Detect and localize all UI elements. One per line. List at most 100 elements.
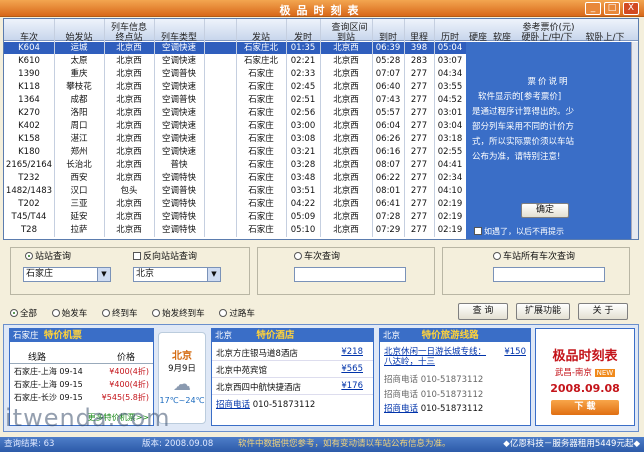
- hotel-phone: 010-51873112: [252, 400, 316, 410]
- table-cell: 04:22: [290, 199, 316, 209]
- table-row[interactable]: K118 攀枝花 北京西 空调快速 石家庄 02:45 北京西 06:40 277 03:55: [4, 81, 466, 93]
- weather-date: 9月9日: [168, 364, 196, 374]
- table-cell: 1390: [18, 69, 40, 79]
- table-row[interactable]: K604 运城 北京西 空调快速 石家庄北 01:35 北京西 06:39 398 05:04: [4, 42, 466, 54]
- hotel-item[interactable]: 北京方庄银马道8酒店 ¥218: [212, 344, 373, 361]
- filter-radio[interactable]: [10, 309, 18, 317]
- table-cell: 洛阳: [70, 108, 88, 118]
- extended-features-button[interactable]: 扩展功能: [516, 303, 570, 320]
- table-cell: 08:01: [375, 186, 401, 196]
- reverse-query-checkbox[interactable]: [133, 252, 141, 260]
- filter-radio[interactable]: [152, 309, 161, 317]
- tour-ad-card: 北京 特价旅游线路 北京休闲一日游长城专线：八达岭，十三 ¥150 招商电话 01…: [379, 328, 531, 426]
- filter-all[interactable]: 全部: [10, 309, 37, 319]
- table-header: 列车信息 查询区间 参考票价(元) 车次 始发站 终点站 列车类型 发站 发时 …: [4, 19, 638, 43]
- flight-item[interactable]: 石家庄-上海 09-15 ¥400(4折): [10, 377, 153, 390]
- table-cell: 北京西: [333, 199, 359, 209]
- table-row[interactable]: 1390 重庆 北京西 空调普快 石家庄 02:33 北京西 07:07 277 04:34: [4, 68, 466, 80]
- table-cell: 石家庄: [248, 147, 274, 157]
- hotel-phone-label[interactable]: 招商电话: [216, 400, 250, 410]
- maximize-button[interactable]: □: [604, 2, 620, 15]
- hotel-price[interactable]: ¥176: [341, 381, 363, 393]
- hotel-item[interactable]: 北京西四中航快捷酒店 ¥176: [212, 378, 373, 395]
- close-button[interactable]: X: [623, 2, 639, 15]
- table-cell: 石家庄北: [243, 43, 278, 53]
- table-cell: 北京西: [116, 225, 142, 235]
- tour-price[interactable]: ¥150: [504, 347, 526, 367]
- no-prompt-checkbox[interactable]: [474, 227, 482, 235]
- filter-terminal[interactable]: 终到车: [101, 309, 137, 319]
- timetable-grid[interactable]: 列车信息 查询区间 参考票价(元) 车次 始发站 终点站 列车类型 发站 发时 …: [3, 18, 639, 240]
- column-divider: [404, 19, 405, 237]
- filter-origin[interactable]: 始发车: [51, 309, 87, 319]
- table-cell: 06:41: [375, 199, 401, 209]
- table-cell: 攀枝花: [66, 82, 92, 92]
- column-divider: [372, 19, 373, 237]
- tour-placeholder: 招商电话 010-51873112: [384, 390, 484, 400]
- hotel-ad-card: 北京 特价酒店 北京方庄银马道8酒店 ¥218 北京中苑宾馆 ¥565 北京西四中航快捷…: [211, 328, 374, 426]
- hotel-price[interactable]: ¥565: [341, 364, 363, 376]
- fare-ok-button[interactable]: 确定: [521, 203, 569, 218]
- table-cell: 包头: [120, 186, 138, 196]
- table-row[interactable]: 1364 成都 北京西 空调普快 石家庄 02:51 北京西 07:43 277 04:52: [4, 94, 466, 106]
- table-cell: 04:52: [437, 95, 463, 105]
- tour-item[interactable]: 北京休闲一日游长城专线：八达岭，十三 ¥150: [380, 342, 530, 367]
- filter-radio[interactable]: [101, 309, 110, 317]
- flight-route-header: 线路: [28, 353, 47, 363]
- flight-item[interactable]: 石家庄-长沙 09-15 ¥545(5.8折): [10, 390, 153, 403]
- title-bar: 极品时刻表 _ □ X: [0, 0, 644, 17]
- to-station-select[interactable]: 北京 ▼: [133, 267, 221, 282]
- query-button[interactable]: 查 询: [458, 303, 508, 320]
- allstation-query-radio[interactable]: [493, 252, 501, 260]
- filter-radio[interactable]: [51, 309, 60, 317]
- station-query-radio[interactable]: [25, 252, 33, 260]
- allstation-input[interactable]: [493, 267, 605, 282]
- table-row[interactable]: 1482/1483 汉口 包头 空调普快 石家庄 03:51 北京西 08:01 277 04:1…: [4, 185, 466, 197]
- filter-radio[interactable]: [219, 309, 228, 317]
- table-scrollbar[interactable]: [631, 42, 638, 239]
- table-row[interactable]: K402 周口 北京西 空调快速 石家庄 03:00 北京西 06:04 277 03:04: [4, 120, 466, 132]
- table-row[interactable]: K158 湛江 北京西 空调快速 石家庄 03:08 北京西 06:26 277 03:18: [4, 133, 466, 145]
- from-station-select[interactable]: 石家庄 ▼: [23, 267, 111, 282]
- filter-passing[interactable]: 过路车: [219, 309, 255, 319]
- hotel-price[interactable]: ¥218: [341, 347, 363, 359]
- table-cell: 石家庄: [248, 225, 274, 235]
- table-cell: 277: [410, 69, 428, 79]
- train-query-row: 车次查询: [294, 249, 340, 262]
- train-query-radio[interactable]: [294, 252, 302, 260]
- tour-phone-label[interactable]: 招商电话: [384, 404, 418, 414]
- table-cell: T202: [18, 199, 40, 209]
- table-cell: 普快: [170, 160, 188, 170]
- table-cell: 北京西: [116, 82, 142, 92]
- about-button[interactable]: 关 于: [578, 303, 628, 320]
- table-row[interactable]: T45/T44 延安 北京西 空调特快 石家庄 05:09 北京西 07:28 277 02:19: [4, 211, 466, 223]
- table-cell: 北京西: [333, 95, 359, 105]
- filter-origin-terminal[interactable]: 始发终到车: [152, 309, 205, 319]
- table-row[interactable]: K270 洛阳 北京西 空调快速 石家庄 02:56 北京西 05:57 277 03:01: [4, 107, 466, 119]
- flight-item[interactable]: 石家庄-上海 09-14 ¥400(4折): [10, 364, 153, 377]
- table-row[interactable]: K180 郑州 北京西 空调快速 石家庄 03:21 北京西 06:16 277 02:55: [4, 146, 466, 158]
- table-cell: 石家庄: [248, 134, 274, 144]
- table-cell: 277: [410, 199, 428, 209]
- train-number-input[interactable]: [294, 267, 406, 282]
- table-row[interactable]: T28 拉萨 北京西 空调特快 石家庄 05:10 北京西 07:29 277 02:19: [4, 224, 466, 236]
- table-row[interactable]: T202 三亚 北京西 空调特快 石家庄 04:22 北京西 06:41 277 02:19: [4, 198, 466, 210]
- table-cell: 北京西: [333, 82, 359, 92]
- download-button[interactable]: 下 载: [551, 400, 619, 415]
- station-query-row: 站站查询: [25, 249, 71, 262]
- no-prompt-label: 如遇了，以后不再提示: [484, 227, 564, 236]
- chevron-down-icon[interactable]: ▼: [207, 268, 220, 281]
- table-row[interactable]: T232 西安 北京西 空调特快 石家庄 03:48 北京西 06:22 277 02:34: [4, 172, 466, 184]
- chevron-down-icon[interactable]: ▼: [97, 268, 110, 281]
- column-divider: [154, 19, 155, 237]
- table-cell: 03:07: [437, 56, 463, 66]
- hotel-item[interactable]: 北京中苑宾馆 ¥565: [212, 361, 373, 378]
- minimize-button[interactable]: _: [585, 2, 601, 15]
- table-row[interactable]: 2165/2164 长治北 北京西 普快 石家庄 03:28 北京西 08:07 277 04:4…: [4, 159, 466, 171]
- table-cell: 北京西: [333, 186, 359, 196]
- table-cell: 空调快速: [161, 82, 196, 92]
- tour-link[interactable]: 北京休闲一日游长城专线：八达岭，十三: [384, 347, 494, 367]
- table-row[interactable]: K610 太原 北京西 空调快速 石家庄北 02:21 北京西 05:28 283 03:07: [4, 55, 466, 67]
- ad-link[interactable]: ◆亿恩科技－服务器租用5449元起◆: [503, 437, 640, 452]
- column-divider: [204, 19, 205, 237]
